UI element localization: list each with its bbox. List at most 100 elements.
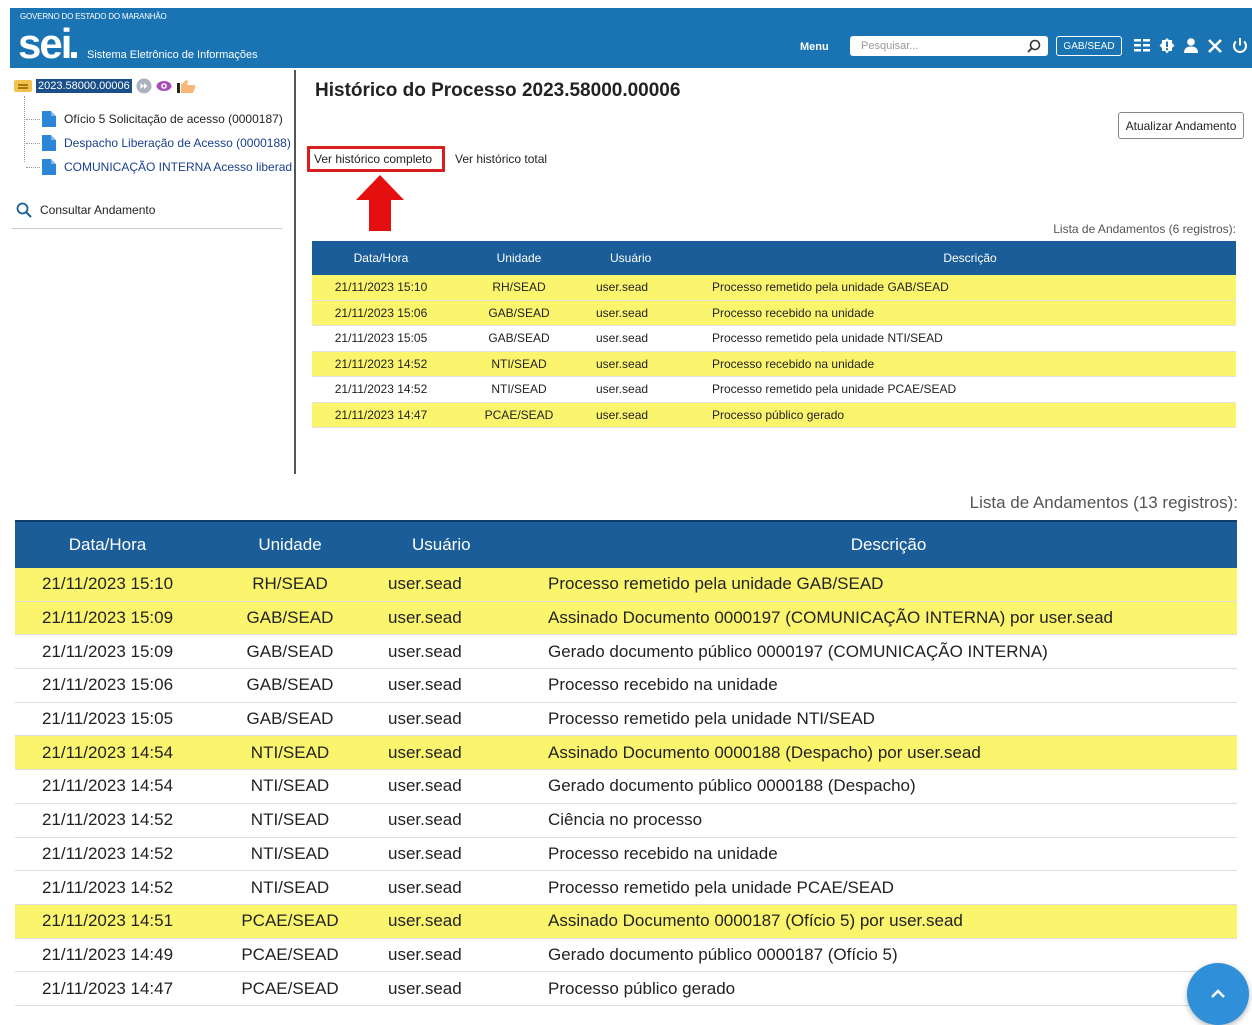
grid-icon[interactable] (1133, 37, 1151, 55)
tree-item-despacho[interactable]: Despacho Liberação de Acesso (0000188) (42, 135, 292, 151)
col-header-date[interactable]: Data/Hora (312, 241, 450, 275)
panel-divider[interactable] (294, 70, 296, 474)
table-row: 21/11/2023 15:05 GAB/SEAD user.sead Process… (312, 325, 1236, 352)
cell-unit: NTI/SEAD (200, 803, 380, 838)
cell-date: 21/11/2023 14:54 (15, 735, 200, 771)
table-row: 21/11/2023 14:49 PCAE/SEAD user.sead Gerado… (15, 938, 1237, 973)
cell-date: 21/11/2023 14:49 (15, 938, 200, 973)
table-row: 21/11/2023 14:52 NTI/SEAD user.sead Process… (15, 837, 1237, 872)
cell-date: 21/11/2023 14:52 (312, 376, 450, 403)
col-header-unit[interactable]: Unidade (450, 241, 588, 275)
ver-historico-total-link[interactable]: Ver histórico total (455, 152, 547, 166)
user-icon[interactable] (1182, 37, 1200, 55)
cell-date: 21/11/2023 14:52 (15, 870, 200, 905)
table-row: 21/11/2023 15:10 RH/SEAD user.sead Processo… (312, 275, 1236, 301)
cell-unit: RH/SEAD (200, 568, 380, 602)
table-row: 21/11/2023 14:51 PCAE/SEAD user.sead Assina… (15, 904, 1237, 939)
cell-user: user.sead (380, 769, 540, 804)
cell-date: 21/11/2023 14:52 (312, 351, 450, 377)
cell-unit: GAB/SEAD (450, 325, 588, 352)
cell-user: user.sead (380, 971, 540, 1006)
cell-user: user.sead (380, 904, 540, 939)
cell-unit: GAB/SEAD (450, 300, 588, 326)
power-icon[interactable] (1231, 37, 1249, 55)
tree-item-comunicacao[interactable]: COMUNICAÇÃO INTERNA Acesso liberado (42, 159, 292, 175)
cell-unit: GAB/SEAD (200, 668, 380, 703)
page-title: Histórico do Processo 2023.58000.00006 (315, 80, 681, 101)
col-header-unit[interactable]: Unidade (200, 520, 380, 568)
cell-desc: Gerado documento público 0000197 (COMUNI… (540, 634, 1237, 670)
col-header-user[interactable]: Usuário (380, 520, 540, 568)
scroll-top-button[interactable] (1187, 963, 1249, 1025)
cell-user: user.sead (588, 300, 704, 326)
tree-item-oficio[interactable]: Ofício 5 Solicitação de acesso (0000187) (42, 111, 292, 127)
cell-desc: Gerado documento público 0000187 (Ofício… (540, 938, 1237, 973)
search-icon[interactable] (1026, 38, 1042, 54)
cell-unit: RH/SEAD (450, 275, 588, 301)
sei-logo[interactable]: sei (18, 23, 78, 65)
table-row: 21/11/2023 14:47 PCAE/SEAD user.sead Proces… (312, 402, 1236, 428)
search-input[interactable]: Pesquisar... (850, 36, 1048, 56)
menu-button[interactable]: Menu (800, 41, 829, 53)
top-header: GOVERNO DO ESTADO DO MARANHÃO sei Sistem… (10, 8, 1252, 68)
cell-unit: PCAE/SEAD (200, 971, 380, 1006)
tools-icon[interactable] (1206, 37, 1224, 55)
table-row: 21/11/2023 15:06 GAB/SEAD user.sead Process… (15, 668, 1237, 703)
cell-desc: Processo remetido pela unidade NTI/SEAD (540, 702, 1237, 737)
process-number[interactable]: 2023.58000.00006 (36, 79, 132, 93)
search-icon (16, 202, 32, 218)
search-placeholder: Pesquisar... (861, 40, 919, 52)
unit-selector-button[interactable]: GAB/SEAD (1056, 36, 1122, 56)
cell-desc: Processo remetido pela unidade NTI/SEAD (704, 325, 1236, 352)
tree-item-label: Ofício 5 Solicitação de acesso (0000187) (64, 112, 283, 126)
cell-user: user.sead (380, 668, 540, 703)
cell-date: 21/11/2023 15:05 (312, 325, 450, 352)
cell-desc: Processo remetido pela unidade PCAE/SEAD (540, 870, 1237, 905)
cell-date: 21/11/2023 15:09 (15, 601, 200, 636)
cell-unit: NTI/SEAD (450, 376, 588, 403)
col-header-desc[interactable]: Descrição (704, 241, 1236, 275)
cell-unit: GAB/SEAD (200, 634, 380, 670)
hand-icon[interactable] (176, 78, 198, 94)
tree-item-label: COMUNICAÇÃO INTERNA Acesso liberado (64, 160, 292, 174)
cell-user: user.sead (380, 634, 540, 670)
table-row: 21/11/2023 15:09 GAB/SEAD user.sead Assinad… (15, 601, 1237, 636)
cell-user: user.sead (380, 837, 540, 872)
cell-unit: GAB/SEAD (200, 601, 380, 636)
cell-date: 21/11/2023 15:06 (312, 300, 450, 326)
consultar-andamento-link[interactable]: Consultar Andamento (16, 202, 155, 218)
cell-date: 21/11/2023 14:47 (15, 971, 200, 1006)
cell-date: 21/11/2023 14:54 (15, 769, 200, 804)
atualizar-andamento-button[interactable]: Atualizar Andamento (1118, 112, 1244, 139)
table-row: 21/11/2023 14:54 NTI/SEAD user.sead Gerado … (15, 769, 1237, 804)
table-row: 21/11/2023 14:54 NTI/SEAD user.sead Assinad… (15, 735, 1237, 771)
document-icon (42, 159, 56, 175)
eye-icon[interactable] (156, 78, 172, 94)
cell-date: 21/11/2023 14:51 (15, 904, 200, 939)
process-tree: 2023.58000.00006 Ofício 5 Solicitação de… (10, 74, 294, 474)
cell-user: user.sead (380, 735, 540, 771)
cell-desc: Processo remetido pela unidade GAB/SEAD (540, 568, 1237, 602)
cell-desc: Processo remetido pela unidade PCAE/SEAD (704, 376, 1236, 403)
sei-logo-text: sei (18, 20, 72, 67)
col-header-user[interactable]: Usuário (588, 241, 704, 275)
cell-date: 21/11/2023 15:06 (15, 668, 200, 703)
col-header-date[interactable]: Data/Hora (15, 520, 200, 568)
forward-icon[interactable] (136, 78, 152, 94)
cell-date: 21/11/2023 15:10 (15, 568, 200, 602)
cell-user: user.sead (588, 325, 704, 352)
table-row: 21/11/2023 14:52 NTI/SEAD user.sead Process… (312, 351, 1236, 377)
tree-root[interactable]: 2023.58000.00006 (14, 78, 198, 94)
andamentos-table-small: Data/Hora Unidade Usuário Descrição 21/1… (312, 241, 1236, 428)
system-name: Sistema Eletrônico de Informações (87, 49, 258, 61)
cell-user: user.sead (588, 275, 704, 301)
cell-unit: NTI/SEAD (200, 735, 380, 771)
document-icon (42, 111, 56, 127)
col-header-desc[interactable]: Descrição (540, 520, 1237, 568)
cell-date: 21/11/2023 15:10 (312, 275, 450, 301)
alert-icon[interactable] (1158, 37, 1176, 55)
ver-historico-completo-link[interactable]: Ver histórico completo (314, 152, 432, 166)
cell-unit: NTI/SEAD (200, 870, 380, 905)
cell-unit: PCAE/SEAD (200, 904, 380, 939)
table-header-row: Data/Hora Unidade Usuário Descrição (312, 241, 1236, 275)
